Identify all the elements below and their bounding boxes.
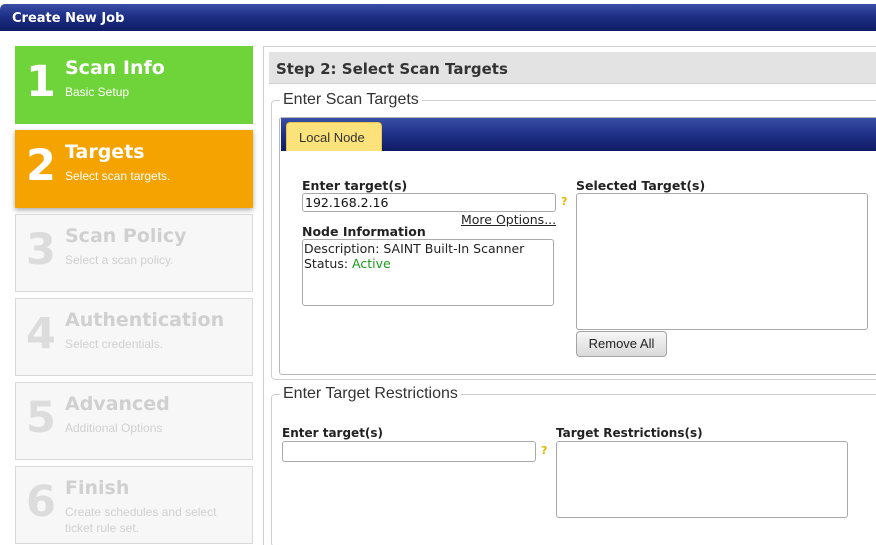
node-status-label: Status: bbox=[304, 256, 353, 271]
target-input[interactable] bbox=[302, 193, 556, 212]
restriction-enter-targets-label: Enter target(s) bbox=[282, 426, 384, 440]
window-title-bar: Create New Job bbox=[0, 4, 876, 31]
step-number: 2 bbox=[26, 141, 56, 191]
target-restrictions-legend: Enter Target Restrictions bbox=[283, 385, 458, 402]
step-subtitle: Select a scan policy. bbox=[65, 253, 174, 267]
selected-targets-list[interactable] bbox=[576, 193, 868, 330]
node-information-label: Node Information bbox=[302, 224, 426, 239]
wizard-step-scan-policy[interactable]: 3 Scan Policy Select a scan policy. bbox=[15, 214, 253, 292]
restriction-help-icon[interactable]: ? bbox=[541, 444, 547, 457]
step-subtitle: Basic Setup bbox=[65, 85, 130, 99]
tab-local-node[interactable]: Local Node bbox=[286, 122, 382, 151]
step-title: Authentication bbox=[65, 309, 225, 331]
step-number: 5 bbox=[26, 393, 56, 443]
node-information-box: Description: SAINT Built-In Scanner Stat… bbox=[302, 239, 554, 306]
scan-targets-legend: Enter Scan Targets bbox=[283, 91, 419, 108]
target-restrictions-label: Target Restrictions(s) bbox=[556, 426, 703, 440]
node-status: Status: Active bbox=[304, 256, 553, 271]
node-description: Description: SAINT Built-In Scanner bbox=[304, 241, 525, 256]
node-status-value: Active bbox=[352, 256, 391, 271]
restriction-target-input[interactable] bbox=[282, 441, 536, 462]
step-title: Scan Policy bbox=[65, 225, 187, 247]
step-title: Scan Info bbox=[65, 57, 165, 79]
enter-targets-label: Enter target(s) bbox=[302, 178, 408, 193]
step-number: 1 bbox=[26, 57, 56, 107]
step-title: Advanced bbox=[65, 393, 170, 415]
wizard-step-advanced[interactable]: 5 Advanced Additional Options bbox=[15, 382, 253, 460]
step-subtitle: Select scan targets. bbox=[65, 169, 171, 183]
selected-targets-label: Selected Target(s) bbox=[576, 178, 706, 193]
step-subtitle: Additional Options bbox=[65, 421, 163, 435]
wizard-step-scan-info[interactable]: 1 Scan Info Basic Setup bbox=[15, 46, 253, 124]
step-number: 6 bbox=[26, 477, 56, 527]
step-subtitle: Select credentials. bbox=[65, 337, 164, 351]
step-title: Targets bbox=[65, 141, 145, 163]
wizard-step-authentication[interactable]: 4 Authentication Select credentials. bbox=[15, 298, 253, 376]
step-title: Finish bbox=[65, 477, 130, 499]
more-options-link[interactable]: More Options... bbox=[461, 212, 556, 227]
wizard-step-targets[interactable]: 2 Targets Select scan targets. bbox=[15, 130, 253, 208]
wizard-step-finish[interactable]: 6 Finish Create schedules and select tic… bbox=[15, 466, 253, 544]
target-restrictions-list[interactable] bbox=[556, 441, 848, 518]
remove-all-button[interactable]: Remove All bbox=[576, 331, 667, 357]
step-subtitle: Create schedules and select ticket rule … bbox=[65, 505, 217, 535]
step-number: 3 bbox=[26, 225, 56, 275]
step-header: Step 2: Select Scan Targets bbox=[269, 52, 876, 84]
help-icon[interactable]: ? bbox=[561, 195, 567, 208]
step-number: 4 bbox=[26, 309, 56, 359]
window-title: Create New Job bbox=[12, 11, 125, 26]
